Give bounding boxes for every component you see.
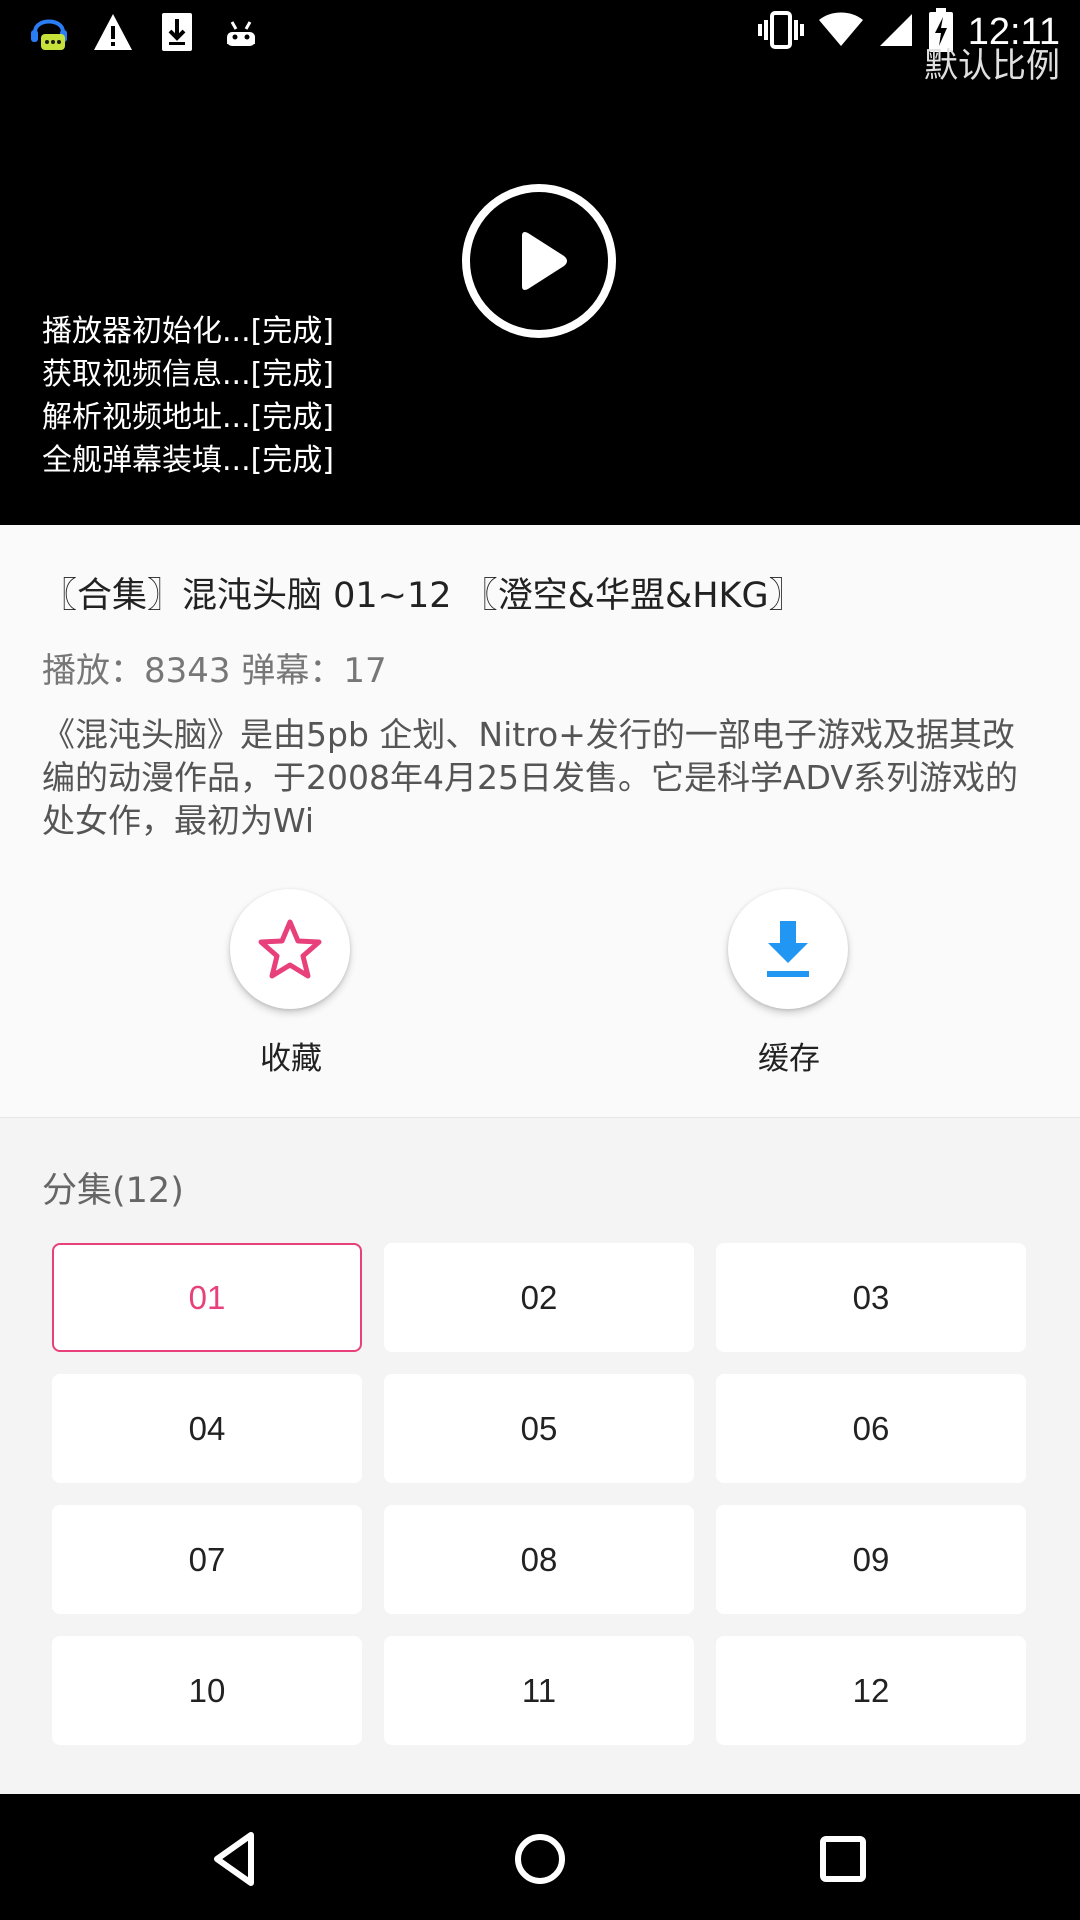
signal-icon bbox=[878, 12, 914, 52]
episode-button-09[interactable]: 09 bbox=[716, 1505, 1026, 1614]
recents-button[interactable] bbox=[813, 1829, 873, 1889]
episode-button-12[interactable]: 12 bbox=[716, 1636, 1026, 1745]
cache-circle[interactable] bbox=[728, 889, 848, 1009]
play-icon bbox=[522, 232, 567, 290]
aspect-ratio-button[interactable]: 默认比例 bbox=[924, 38, 1060, 87]
wifi-icon bbox=[818, 12, 864, 52]
episode-button-01[interactable]: 01 bbox=[52, 1243, 362, 1352]
log-line: 解析视频地址...[完成] bbox=[42, 400, 335, 435]
download-arrow-icon bbox=[767, 921, 809, 977]
favorite-button[interactable]: 收藏 bbox=[230, 889, 352, 1077]
cache-button[interactable]: 缓存 bbox=[728, 889, 850, 1077]
cache-label: 缓存 bbox=[758, 1041, 820, 1077]
vibrate-icon bbox=[757, 10, 804, 54]
episode-button-10[interactable]: 10 bbox=[52, 1636, 362, 1745]
episode-button-04[interactable]: 04 bbox=[52, 1374, 362, 1483]
episode-button-02[interactable]: 02 bbox=[384, 1243, 694, 1352]
episode-heading: 分集(12) bbox=[42, 1171, 184, 1211]
log-line: 播放器初始化...[完成] bbox=[42, 314, 335, 349]
episode-grid: 01 02 03 04 05 06 07 08 09 10 11 12 bbox=[52, 1243, 1028, 1745]
recents-square-icon bbox=[820, 1836, 866, 1882]
back-button[interactable] bbox=[207, 1829, 267, 1889]
log-line: 全舰弹幕装填...[完成] bbox=[42, 443, 335, 478]
status-bar: 12:11 bbox=[0, 0, 1080, 62]
navigation-bar bbox=[0, 1794, 1080, 1920]
back-triangle-icon bbox=[214, 1832, 254, 1886]
favorite-label: 收藏 bbox=[260, 1041, 322, 1077]
episode-section: 分集(12) 01 02 03 04 05 06 07 08 09 10 11 … bbox=[0, 1118, 1080, 1794]
warning-icon bbox=[90, 9, 136, 55]
player-init-log: 播放器初始化...[完成] 获取视频信息...[完成] 解析视频地址...[完成… bbox=[42, 310, 334, 482]
download-icon bbox=[154, 9, 200, 55]
episode-button-03[interactable]: 03 bbox=[716, 1243, 1026, 1352]
episode-button-08[interactable]: 08 bbox=[384, 1505, 694, 1614]
android-icon bbox=[218, 9, 264, 55]
log-line: 获取视频信息...[完成] bbox=[42, 357, 335, 392]
home-button[interactable] bbox=[510, 1829, 570, 1889]
video-info-panel: 〖合集〗混沌头脑 01~12 〖澄空&华盟&HKG〗 播放：8343 弹幕：17… bbox=[0, 525, 1080, 1118]
star-icon bbox=[258, 919, 322, 979]
video-player[interactable]: 12:11 默认比例 播放器初始化...[完成] 获取视频信息...[完成] 解… bbox=[0, 0, 1080, 525]
play-button[interactable] bbox=[462, 184, 616, 338]
episode-button-11[interactable]: 11 bbox=[384, 1636, 694, 1745]
home-circle-icon bbox=[515, 1834, 565, 1884]
video-description[interactable]: 《混沌头脑》是由5pb 企划、Nitro+发行的一部电子游戏及据其改编的动漫作品… bbox=[42, 713, 1042, 842]
episode-button-05[interactable]: 05 bbox=[384, 1374, 694, 1483]
chat-bot-icon bbox=[26, 9, 72, 55]
video-stats: 播放：8343 弹幕：17 bbox=[42, 651, 387, 691]
video-title: 〖合集〗混沌头脑 01~12 〖澄空&华盟&HKG〗 bbox=[42, 576, 804, 616]
episode-button-06[interactable]: 06 bbox=[716, 1374, 1026, 1483]
episode-button-07[interactable]: 07 bbox=[52, 1505, 362, 1614]
favorite-circle[interactable] bbox=[230, 889, 350, 1009]
notification-icons bbox=[26, 8, 264, 56]
